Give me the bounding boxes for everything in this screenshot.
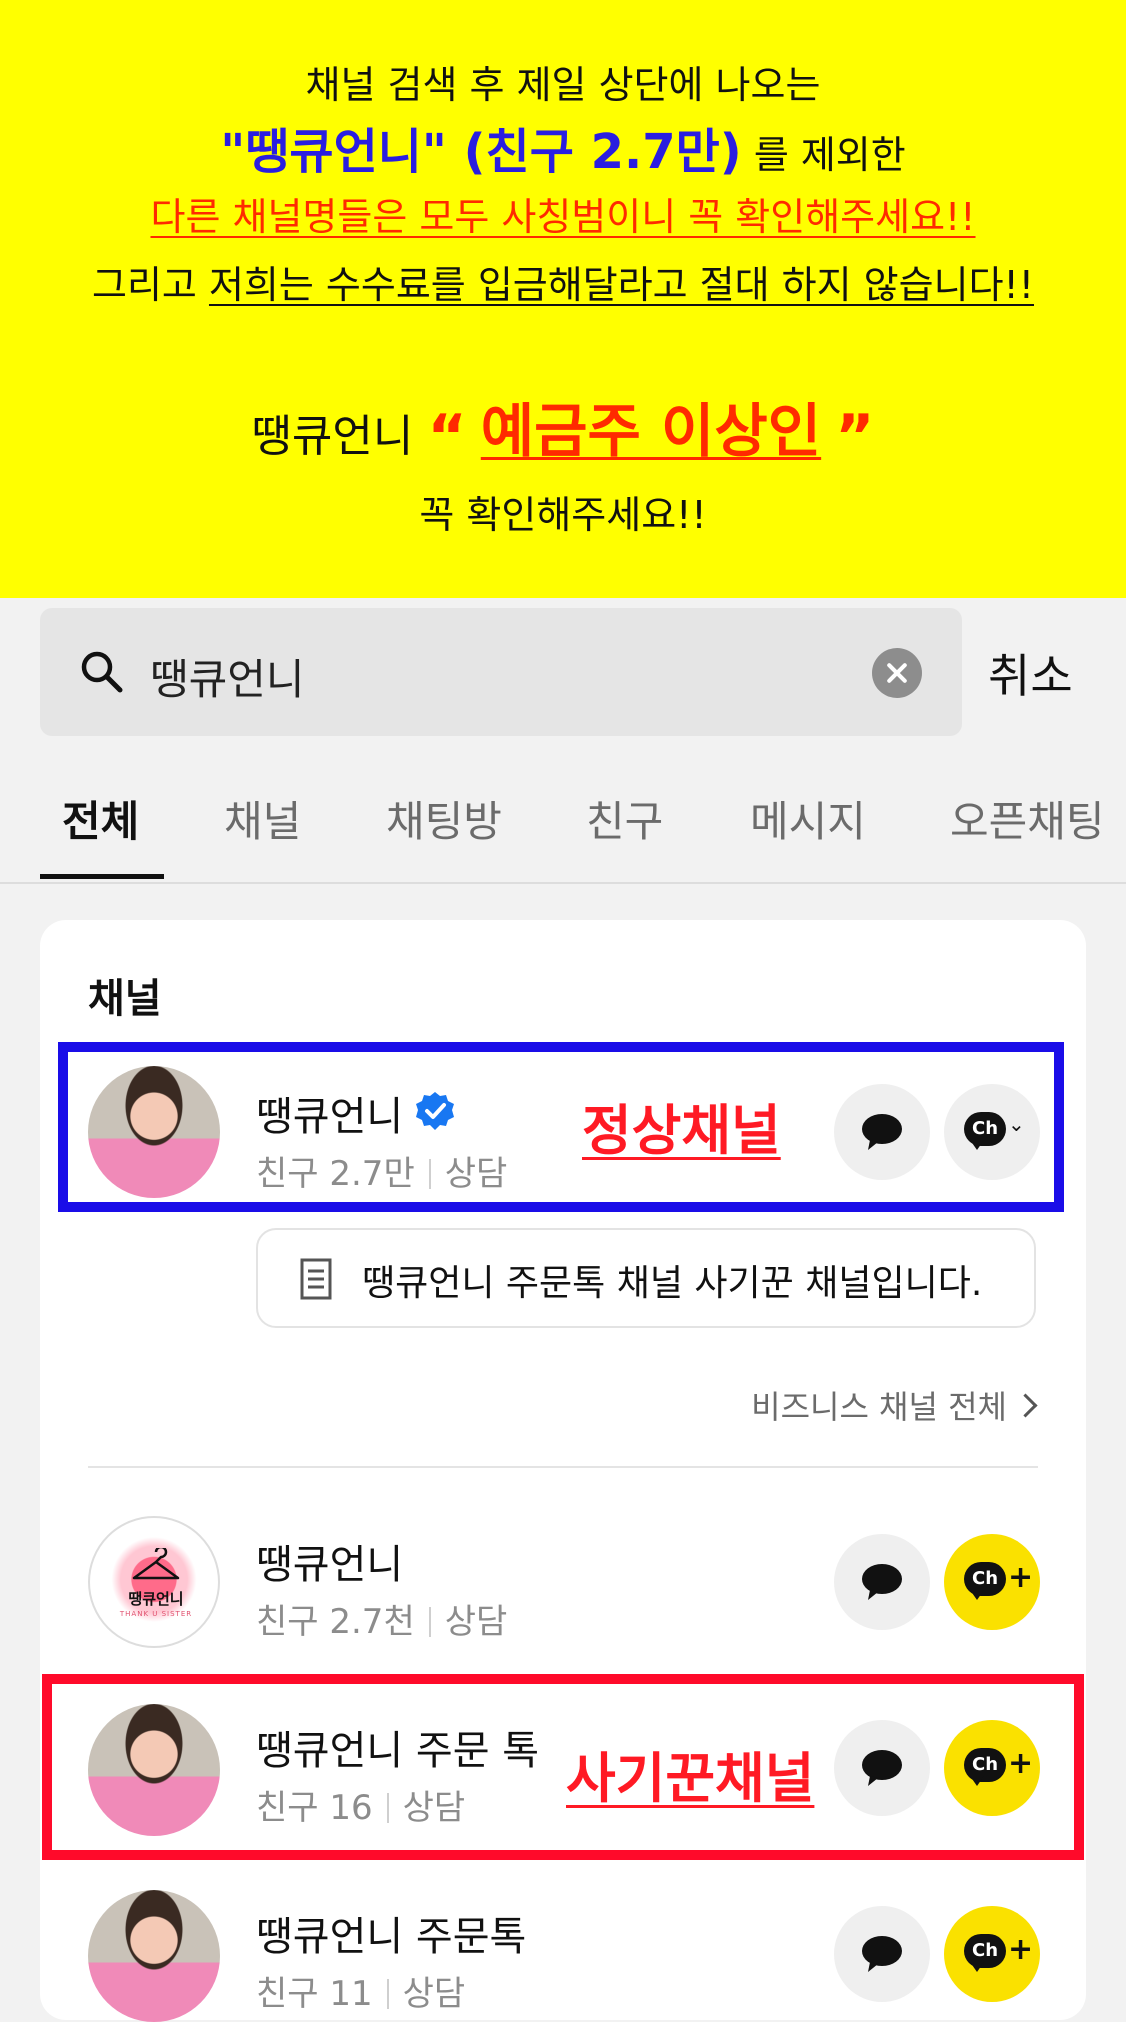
tab-channel[interactable]: 채널 <box>224 788 301 849</box>
plus-icon: + <box>1008 1560 1034 1595</box>
chat-bubble-icon <box>862 1564 902 1600</box>
active-tab-indicator <box>40 874 164 879</box>
business-all-label: 비즈니스 채널 전체 <box>751 1388 1007 1426</box>
business-channel-all-link[interactable]: 비즈니스 채널 전체 <box>751 1382 1038 1428</box>
tab-chatroom[interactable]: 채팅방 <box>386 788 502 849</box>
chevron-right-icon <box>1013 1393 1038 1418</box>
logo-subtext: THANK U SISTER <box>119 1610 193 1618</box>
clear-icon[interactable] <box>872 648 922 698</box>
description-text: 땡큐언니 주문톡 채널 사기꾼 채널입니다. <box>362 1263 983 1304</box>
account-holder-name: 예금주 이상인 <box>480 397 822 465</box>
channel-name[interactable]: 땡큐언니 <box>256 1532 403 1590</box>
open-quote: “ <box>427 402 467 472</box>
notice-line-5-prefix: 땡큐언니 <box>251 411 414 462</box>
section-title: 채널 <box>88 976 162 1022</box>
search-bar[interactable]: 땡큐언니 <box>40 608 962 736</box>
notice-line-2-rest: 를 제외한 <box>753 133 906 177</box>
notice-line-2: "땡큐언니" (친구 2.7만) 를 제외한 <box>0 112 1126 182</box>
channel-name[interactable]: 땡큐언니 주문톡 <box>256 1904 526 1962</box>
filter-tabs: 전체 채널 채팅방 친구 메시지 오픈채팅 <box>0 760 1126 884</box>
logo-text: 땡큐언니 <box>128 1590 184 1608</box>
tab-messages[interactable]: 메시지 <box>750 788 866 849</box>
channel-meta: 친구 2.7천 상담 <box>256 1594 507 1643</box>
tab-friends[interactable]: 친구 <box>586 788 663 849</box>
add-channel-button[interactable]: Ch + <box>944 1534 1040 1630</box>
channel-type: 상담 <box>444 1602 508 1642</box>
notice-line-4-plain: 그리고 <box>91 263 197 307</box>
notice-line-3-text: 다른 채널명들은 모두 사칭범이니 꼭 확인해주세요!! <box>150 195 976 239</box>
hanger-icon <box>132 1548 180 1580</box>
notice-line-5: 땡큐언니 “ 예금주 이상인 ” <box>0 384 1126 472</box>
chat-button[interactable] <box>834 1534 930 1630</box>
scam-channel-highlight-box <box>42 1674 1084 1860</box>
avatar[interactable] <box>88 1890 220 2022</box>
search-input[interactable]: 땡큐언니 <box>150 646 305 707</box>
close-quote: ” <box>835 402 875 472</box>
channel-description[interactable]: 땡큐언니 주문톡 채널 사기꾼 채널입니다. <box>256 1228 1036 1328</box>
tab-openchat[interactable]: 오픈채팅 <box>950 788 1105 849</box>
channel-meta: 친구 11 상담 <box>256 1966 465 2015</box>
channel-type: 상담 <box>402 1974 466 2014</box>
friend-count: 친구 11 <box>256 1974 373 2014</box>
plus-icon: + <box>1008 1932 1034 1967</box>
document-icon <box>300 1258 332 1300</box>
notice-line-4-underlined: 저희는 수수료를 입금해달라고 절대 하지 않습니다!! <box>208 263 1034 307</box>
cancel-button[interactable]: 취소 <box>988 640 1073 706</box>
tab-all[interactable]: 전체 <box>62 788 139 849</box>
normal-channel-highlight-box <box>58 1042 1064 1212</box>
notice-line-1: 채널 검색 후 제일 상단에 나오는 <box>305 63 821 107</box>
add-channel-button[interactable]: Ch + <box>944 1906 1040 2002</box>
divider <box>88 1466 1038 1468</box>
search-icon <box>81 651 123 693</box>
avatar[interactable]: 땡큐언니 THANK U SISTER <box>88 1516 220 1648</box>
friend-count: 친구 2.7천 <box>256 1602 415 1642</box>
notice-highlight: "땡큐언니" (친구 2.7만) <box>220 124 742 180</box>
notice-line-4: 그리고 저희는 수수료를 입금해달라고 절대 하지 않습니다!! <box>0 254 1126 309</box>
warning-banner: 채널 검색 후 제일 상단에 나오는 "땡큐언니" (친구 2.7만) 를 제외… <box>0 0 1126 598</box>
notice-line-6: 꼭 확인해주세요!! <box>419 493 707 537</box>
chat-bubble-icon <box>862 1936 902 1972</box>
chat-button[interactable] <box>834 1906 930 2002</box>
notice-line-3: 다른 채널명들은 모두 사칭범이니 꼭 확인해주세요!! <box>0 186 1126 241</box>
